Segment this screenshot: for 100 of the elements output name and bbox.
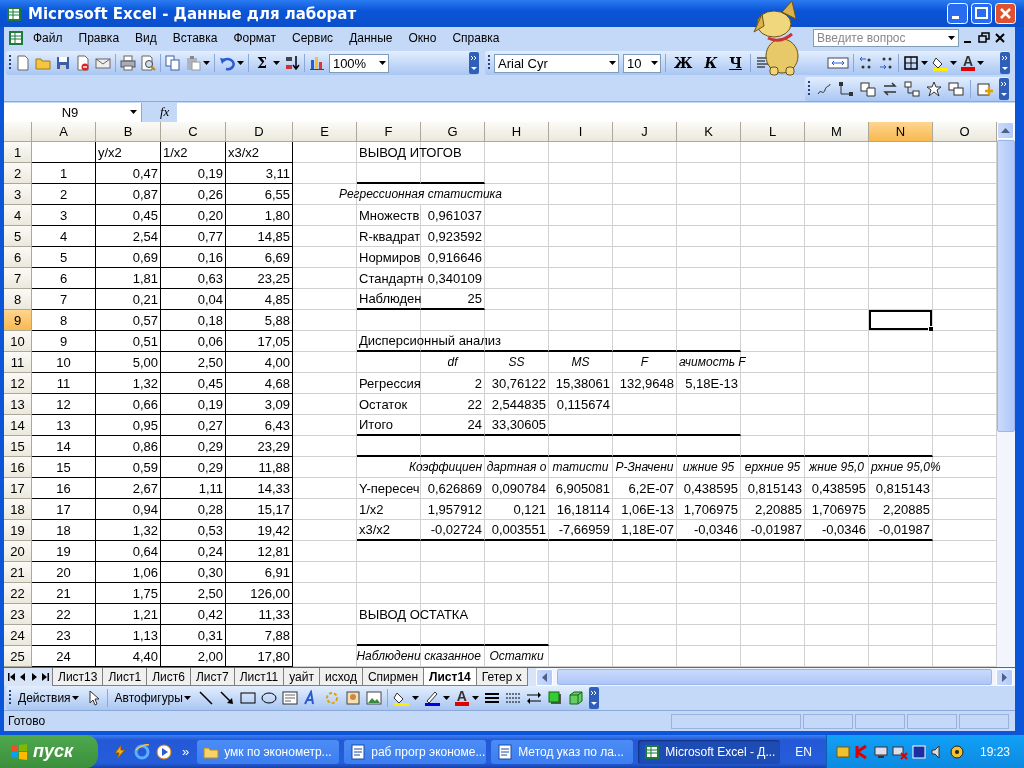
borders-icon[interactable] <box>902 55 919 71</box>
toolbar-options-icon[interactable] <box>589 687 599 709</box>
caret-icon[interactable] <box>203 61 210 65</box>
close-icon[interactable] <box>993 31 1007 45</box>
row-header[interactable]: 25 <box>4 646 32 667</box>
row-header[interactable]: 20 <box>4 541 32 562</box>
row-header[interactable]: 10 <box>4 331 32 352</box>
autoshapes-menu[interactable]: Автофигуры <box>112 691 193 705</box>
connector-icon[interactable] <box>838 81 854 97</box>
caret-icon[interactable] <box>977 61 985 65</box>
menu-item[interactable]: Файл <box>26 29 70 47</box>
arrow-style-icon[interactable] <box>526 690 542 706</box>
text-box-icon[interactable] <box>281 690 298 706</box>
tray-icon[interactable] <box>872 743 889 760</box>
caret-icon[interactable] <box>651 61 658 65</box>
column-header[interactable]: N <box>869 122 933 142</box>
italic-button[interactable]: К <box>700 55 722 71</box>
column-header[interactable]: G <box>421 122 485 142</box>
caret-icon[interactable] <box>272 61 280 65</box>
tray-icon[interactable] <box>910 743 927 760</box>
restricted-document-icon[interactable] <box>75 55 91 71</box>
name-box[interactable]: N9 <box>4 102 142 122</box>
toolbar-options-icon[interactable] <box>999 78 1009 100</box>
sheet-tab[interactable]: Лист6 <box>146 668 191 686</box>
restore-icon[interactable] <box>977 31 991 45</box>
formula-input[interactable] <box>177 102 1015 122</box>
row-header[interactable]: 13 <box>4 394 32 415</box>
row-header[interactable]: 7 <box>4 268 32 289</box>
insert-shape-icon[interactable] <box>977 81 993 97</box>
row-header[interactable]: 16 <box>4 457 32 478</box>
row-header[interactable]: 22 <box>4 583 32 604</box>
column-header[interactable]: J <box>613 122 677 142</box>
more-button[interactable]: » <box>182 744 190 759</box>
sheet-tab[interactable]: уайт <box>283 668 320 686</box>
taskbar-button[interactable]: умк по эконометр... <box>197 739 340 764</box>
menu-item[interactable]: Вид <box>128 29 164 47</box>
toolbar-options-icon[interactable] <box>469 52 479 74</box>
caret-icon[interactable] <box>378 61 386 65</box>
row-header[interactable]: 3 <box>4 184 32 205</box>
caret-icon[interactable] <box>609 61 616 65</box>
caret-icon[interactable] <box>949 61 957 65</box>
line-icon[interactable] <box>197 690 214 706</box>
bolt-icon[interactable] <box>112 743 128 760</box>
column-header[interactable]: B <box>96 122 161 142</box>
row-header[interactable]: 19 <box>4 520 32 541</box>
fill-color-icon[interactable] <box>392 690 409 706</box>
sheet-tab[interactable]: Лист11 <box>233 668 285 686</box>
globe-icon[interactable] <box>134 743 150 760</box>
function-label[interactable]: fx <box>160 104 170 120</box>
row-header[interactable]: 11 <box>4 352 32 373</box>
flowchart-icon[interactable] <box>904 81 920 97</box>
oval-icon[interactable] <box>260 690 277 706</box>
play-icon[interactable] <box>156 743 172 760</box>
caret-icon[interactable] <box>71 696 79 700</box>
column-header[interactable]: M <box>805 122 869 142</box>
last-tab-icon[interactable] <box>41 672 49 682</box>
sheet-tab[interactable]: Лист7 <box>189 668 235 686</box>
previous-tab-icon[interactable] <box>19 672 27 682</box>
row-header[interactable]: 9 <box>4 310 32 331</box>
menu-item[interactable]: Вставка <box>165 29 225 47</box>
decrease-decimal-icon[interactable] <box>877 55 894 71</box>
row-header[interactable]: 8 <box>4 289 32 310</box>
row-header[interactable]: 4 <box>4 205 32 226</box>
font-color-button[interactable]: A <box>960 55 976 71</box>
column-header[interactable]: I <box>549 122 613 142</box>
undo-icon[interactable] <box>219 55 235 71</box>
toolbar-options-icon[interactable] <box>1000 52 1010 74</box>
chart-icon[interactable] <box>308 55 325 71</box>
column-header[interactable]: E <box>293 122 357 142</box>
picture-icon[interactable] <box>365 690 382 706</box>
caret-icon[interactable] <box>411 696 419 700</box>
help-search-field[interactable]: Введите вопрос <box>813 29 959 47</box>
shapes-icon[interactable] <box>860 81 876 97</box>
scroll-thumb[interactable] <box>556 669 992 685</box>
font-size-dropdown[interactable]: 10 <box>623 53 661 73</box>
print-preview-icon[interactable] <box>140 55 156 71</box>
row-header[interactable]: 6 <box>4 247 32 268</box>
tray-icon[interactable] <box>891 743 908 760</box>
sort-icon[interactable] <box>283 55 300 71</box>
scribble-icon[interactable] <box>816 81 832 97</box>
menu-item[interactable]: Данные <box>342 29 400 47</box>
document-icon[interactable] <box>497 743 514 760</box>
zoom-dropdown[interactable]: 100% <box>328 53 389 73</box>
column-header[interactable]: D <box>226 122 293 142</box>
caret-icon[interactable] <box>183 696 191 700</box>
row-header[interactable]: 14 <box>4 415 32 436</box>
arrow-icon[interactable] <box>218 690 235 706</box>
first-tab-icon[interactable] <box>8 672 16 682</box>
document-icon[interactable] <box>350 743 367 760</box>
taskbar-button[interactable]: Метод указ по ла... <box>491 739 634 764</box>
row-header[interactable]: 15 <box>4 436 32 457</box>
caret-icon[interactable] <box>237 61 244 65</box>
new-file-icon[interactable] <box>15 55 31 71</box>
font-dropdown[interactable]: Arial Cyr <box>494 53 619 73</box>
caret-icon[interactable] <box>948 36 955 40</box>
sheet-tab[interactable]: исход <box>318 668 363 686</box>
sheet-tab[interactable]: Лист14 <box>423 668 477 686</box>
font-color-button[interactable]: A <box>454 690 469 706</box>
column-header[interactable]: K <box>677 122 741 142</box>
bold-button[interactable]: Ж <box>670 55 697 71</box>
